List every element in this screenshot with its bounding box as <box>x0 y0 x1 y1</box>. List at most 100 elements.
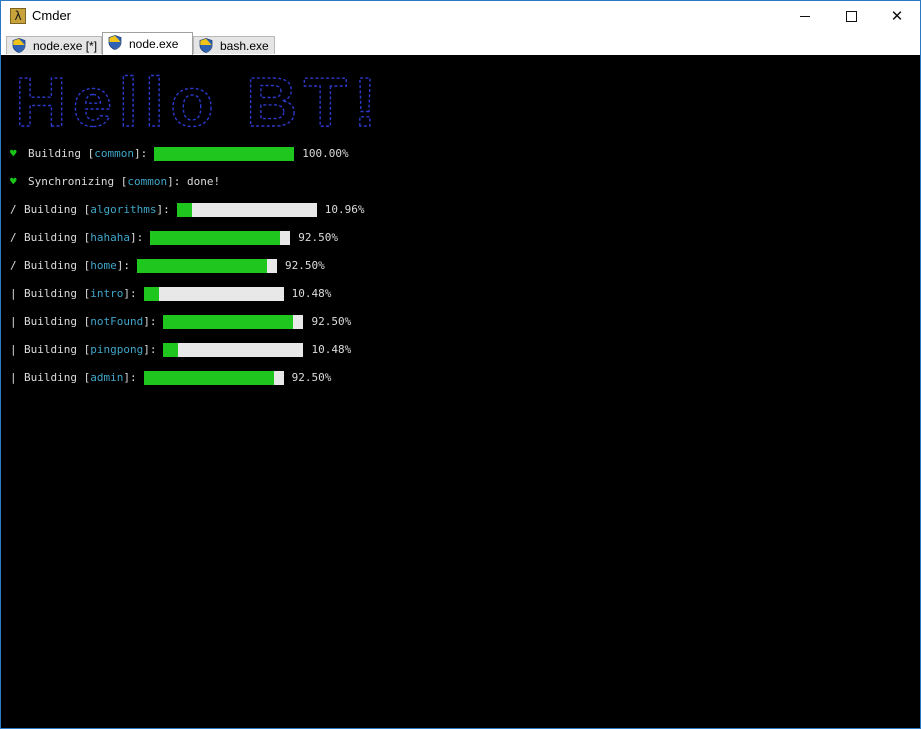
bracket-open: [ <box>76 371 91 384</box>
log-line: / Building [algorithms]: 10.96% <box>10 203 364 217</box>
module-name: intro <box>90 287 124 300</box>
spinner-icon: | <box>10 371 17 384</box>
progress-percent: 92.50% <box>298 231 338 244</box>
progress-percent: 92.50% <box>311 315 352 328</box>
progress-fill <box>154 147 295 161</box>
module-name: notFound <box>90 315 144 328</box>
title-bar[interactable]: λ Cmder ✕ <box>1 1 920 31</box>
module-name: home <box>90 259 117 272</box>
module-name: pingpong <box>90 343 144 356</box>
log-line: | Building [intro]: 10.48% <box>10 287 331 301</box>
spinner-icon: | <box>10 315 17 328</box>
banner-text: Hello BT! <box>15 71 383 135</box>
minimize-icon <box>800 16 810 17</box>
progress-fill <box>163 315 294 329</box>
progress-bar <box>143 287 284 301</box>
minimize-button[interactable] <box>782 1 828 31</box>
log-line: / Building [hahaha]: 92.50% <box>10 231 338 245</box>
progress-percent: 100.00% <box>302 147 349 160</box>
cmder-window: λ Cmder ✕ node.exe [*] node.exe bash.exe… <box>0 0 921 729</box>
bracket-close: ]: <box>123 287 137 300</box>
log-action: Building <box>24 343 77 356</box>
progress-bar <box>143 371 284 385</box>
bracket-close: ]: <box>143 315 157 328</box>
bracket-close: ]: <box>123 371 137 384</box>
log-line: | Building [notFound]: 92.50% <box>10 315 351 329</box>
shield-icon <box>12 38 26 53</box>
progress-percent: 92.50% <box>291 371 332 384</box>
progress-fill <box>143 287 159 301</box>
maximize-icon <box>845 11 857 22</box>
module-name: hahaha <box>90 231 130 244</box>
log-action: Building <box>24 231 77 244</box>
log-action: Building <box>24 203 77 216</box>
progress-fill <box>163 343 179 357</box>
tab-node-exe-modified[interactable]: node.exe [*] <box>6 36 102 54</box>
progress-fill <box>150 231 281 245</box>
progress-bar <box>176 203 317 217</box>
bracket-close: ]: <box>143 343 157 356</box>
bracket-close: ]: <box>133 147 148 160</box>
module-name: common <box>127 175 168 188</box>
log-line: | Building [admin]: 92.50% <box>10 371 331 385</box>
bracket-close: ]: <box>167 175 187 188</box>
spinner-icon: | <box>10 287 17 300</box>
bracket-close: ]: <box>116 259 130 272</box>
bracket-open: [ <box>80 147 95 160</box>
lambda-icon[interactable]: λ <box>10 8 26 24</box>
log-action: Building <box>24 371 77 384</box>
ascii-banner: Hello BT! <box>15 71 395 135</box>
bracket-open: [ <box>76 231 91 244</box>
heart-icon: ♥ <box>10 175 17 188</box>
bracket-open: [ <box>76 315 91 328</box>
close-icon: ✕ <box>890 7 904 25</box>
tab-bash-exe[interactable]: bash.exe <box>193 36 275 54</box>
progress-percent: 10.96% <box>324 203 365 216</box>
bracket-open: [ <box>76 259 91 272</box>
log-action: Building <box>24 315 77 328</box>
maximize-button[interactable] <box>828 1 874 31</box>
bracket-open: [ <box>76 287 91 300</box>
progress-bar <box>163 343 304 357</box>
console-output[interactable]: Hello BT! ♥ Building [common]: 100.00% ♥ Syn… <box>1 55 920 728</box>
progress-percent: 10.48% <box>311 343 352 356</box>
progress-bar <box>150 231 291 245</box>
bracket-open: [ <box>76 203 91 216</box>
tab-label: node.exe <box>129 37 179 51</box>
log-line: ♥ Building [common]: 100.00% <box>10 147 349 161</box>
log-line: / Building [home]: 92.50% <box>10 259 325 273</box>
log-action: Synchronizing <box>28 175 115 188</box>
heart-icon: ♥ <box>10 147 17 160</box>
progress-fill <box>136 259 267 273</box>
log-action: Building <box>24 287 77 300</box>
progress-fill <box>143 371 274 385</box>
progress-bar <box>163 315 304 329</box>
log-line: ♥ Synchronizing [common]: done! <box>10 175 220 189</box>
bracket-close: ]: <box>129 231 144 244</box>
module-name: common <box>94 147 134 160</box>
window-title: Cmder <box>32 8 72 23</box>
module-name: algorithms <box>90 203 157 216</box>
ascii-banner-art: Hello BT! <box>15 71 383 135</box>
spinner-icon: / <box>10 259 17 272</box>
bracket-open: [ <box>114 175 128 188</box>
shield-icon <box>199 38 213 53</box>
tab-label: bash.exe <box>220 39 269 53</box>
progress-bar <box>136 259 277 273</box>
tab-bar: node.exe [*] node.exe bash.exe + <box>1 31 920 84</box>
progress-fill <box>176 203 192 217</box>
close-button[interactable]: ✕ <box>874 1 920 31</box>
bracket-open: [ <box>76 343 91 356</box>
progress-percent: 10.48% <box>291 287 332 300</box>
spinner-icon: | <box>10 343 17 356</box>
log-line: | Building [pingpong]: 10.48% <box>10 343 351 357</box>
module-name: admin <box>90 371 124 384</box>
shield-icon <box>108 35 122 50</box>
status-text: done! <box>186 175 221 188</box>
tab-node-exe[interactable]: node.exe <box>102 32 193 55</box>
tab-label: node.exe [*] <box>33 39 98 53</box>
log-action: Building <box>28 147 81 160</box>
spinner-icon: / <box>10 203 17 216</box>
progress-bar <box>154 147 295 161</box>
bracket-close: ]: <box>156 203 170 216</box>
